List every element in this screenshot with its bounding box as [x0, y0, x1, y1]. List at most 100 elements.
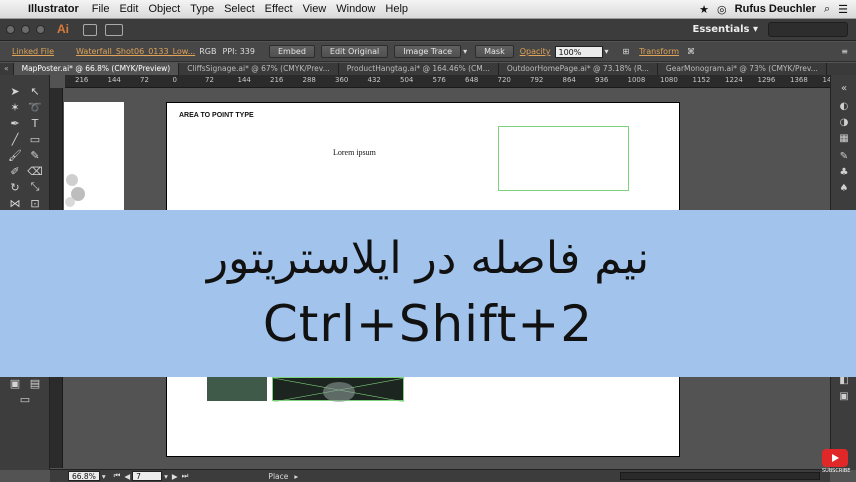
- type-tool-icon[interactable]: T: [25, 115, 45, 131]
- ruler-tick-label: 1008: [627, 76, 646, 84]
- tutorial-banner: نیم فاصله در ایلاستریتور Ctrl+Shift+2: [0, 210, 856, 377]
- ruler-tick-label: 1080: [660, 76, 678, 84]
- color-guide-icon[interactable]: ◑: [837, 117, 851, 131]
- search-icon[interactable]: ⌕: [824, 3, 830, 16]
- image-trace-dropdown-icon[interactable]: ▾: [463, 47, 467, 56]
- line-tool-icon[interactable]: ╱: [5, 131, 25, 147]
- width-tool-icon[interactable]: ⋈: [5, 195, 25, 211]
- panel-collapse-icon[interactable]: «: [837, 83, 851, 97]
- adjacent-artboard[interactable]: [64, 102, 124, 212]
- menu-edit[interactable]: Edit: [114, 3, 143, 15]
- user-name[interactable]: Rufus Deuchler: [735, 3, 816, 15]
- menu-help[interactable]: Help: [380, 3, 413, 15]
- filename-link[interactable]: Waterfall_Shot06_0133_Low...: [76, 47, 195, 56]
- control-bar: Linked File Waterfall_Shot06_0133_Low...…: [0, 42, 856, 62]
- menu-type[interactable]: Type: [185, 3, 219, 15]
- ruler-tick-label: 144: [237, 76, 251, 84]
- pen-tool-icon[interactable]: ✒: [5, 115, 25, 131]
- layers-icon[interactable]: ◧: [837, 375, 851, 389]
- eraser-icon[interactable]: ⌫: [25, 163, 45, 179]
- tab-mapposter[interactable]: MapPoster.ai* @ 66.8% (CMYK/Preview): [13, 63, 180, 75]
- menu-select[interactable]: Select: [219, 3, 260, 15]
- align-icon[interactable]: ⊞: [623, 47, 630, 56]
- menu-file[interactable]: File: [87, 3, 115, 15]
- artboards-icon[interactable]: ▣: [837, 391, 851, 405]
- horizontal-scrollbar[interactable]: [620, 472, 820, 480]
- list-icon[interactable]: ☰: [838, 3, 848, 16]
- previous-artboard-icon[interactable]: ◀: [124, 472, 130, 481]
- tab-outdoorhomepage[interactable]: OutdoorHomePage.ai* @ 73.18% (R...: [499, 63, 658, 75]
- ppi-value: PPI: 339: [222, 47, 255, 56]
- blob-brush-icon[interactable]: ✐: [5, 163, 25, 179]
- menu-view[interactable]: View: [298, 3, 332, 15]
- zoom-dropdown-icon[interactable]: ▾: [102, 472, 106, 481]
- opacity-dropdown-icon[interactable]: ▾: [605, 47, 609, 56]
- status-menu-icon[interactable]: ▸: [294, 472, 298, 481]
- screen-mode-icon[interactable]: ▣: [5, 375, 25, 391]
- free-transform-icon[interactable]: ⊡: [25, 195, 45, 211]
- menu-object[interactable]: Object: [143, 3, 185, 15]
- menu-effect[interactable]: Effect: [260, 3, 298, 15]
- direct-selection-tool-icon[interactable]: ↖: [25, 83, 45, 99]
- opacity-link[interactable]: Opacity: [520, 47, 551, 56]
- ruler-tick-label: 288: [302, 76, 316, 84]
- artboard-dropdown-icon[interactable]: ▾: [164, 472, 168, 481]
- color-panel-icon[interactable]: ◐: [837, 101, 851, 115]
- tab-cliffssignage[interactable]: CliffsSignage.ai* @ 67% (CMYK/Prev...: [179, 63, 339, 75]
- area-type-frame[interactable]: [498, 126, 629, 191]
- workspace-switcher[interactable]: Essentials ▾: [693, 24, 758, 35]
- change-screen-mode-icon[interactable]: ▭: [15, 391, 35, 407]
- opacity-field[interactable]: 100%: [554, 45, 603, 58]
- ruler-tick-label: 1368: [790, 76, 808, 84]
- control-menu-icon[interactable]: ≡: [841, 47, 848, 56]
- horizontal-ruler[interactable]: 216 144 72 0 72 144 216 288 360 432 504 576 648 720 79…: [65, 75, 831, 88]
- isolate-icon[interactable]: ⌘: [687, 47, 695, 56]
- next-artboard-icon[interactable]: ▶: [172, 472, 178, 481]
- edit-original-button[interactable]: Edit Original: [320, 45, 389, 58]
- image-trace-button[interactable]: Image Trace: [394, 45, 462, 58]
- first-artboard-icon[interactable]: ⏮: [114, 471, 121, 481]
- mask-button[interactable]: Mask: [475, 45, 514, 58]
- scale-tool-icon[interactable]: ⤡: [25, 179, 45, 195]
- ruler-tick-label: 216: [270, 76, 284, 84]
- embed-button[interactable]: Embed: [268, 45, 315, 58]
- rectangle-tool-icon[interactable]: ▭: [25, 131, 45, 147]
- magic-wand-icon[interactable]: ✶: [5, 99, 25, 115]
- app-menu[interactable]: Illustrator: [26, 3, 87, 15]
- lasso-icon[interactable]: ➰: [25, 99, 45, 115]
- youtube-subscribe-button[interactable]: SUBSCRIBE: [822, 449, 850, 479]
- tab-close-icon[interactable]: «: [0, 63, 14, 75]
- subscribe-label: SUBSCRIBE: [822, 468, 851, 474]
- transform-link[interactable]: Transform: [639, 47, 679, 56]
- creative-cloud-icon[interactable]: ◎: [717, 3, 727, 16]
- selection-tool-icon[interactable]: ➤: [5, 83, 25, 99]
- rotate-tool-icon[interactable]: ↻: [5, 179, 25, 195]
- help-search-input[interactable]: [768, 22, 848, 37]
- color-mode: RGB: [199, 47, 217, 56]
- artboard-number-field[interactable]: 7: [132, 471, 163, 481]
- artboard-heading[interactable]: AREA TO POINT TYPE: [179, 112, 254, 119]
- pencil-icon[interactable]: ✎: [25, 147, 45, 163]
- last-artboard-icon[interactable]: ⏭: [182, 471, 189, 481]
- star-icon[interactable]: ★: [699, 3, 709, 16]
- arrange-documents-icon[interactable]: [105, 23, 123, 36]
- ruler-tick-label: 648: [465, 76, 479, 84]
- tab-producthangtag[interactable]: ProductHangtag.ai* @ 164.46% (CM...: [339, 63, 499, 75]
- linked-file-link[interactable]: Linked File: [12, 47, 54, 56]
- bridge-icon[interactable]: [83, 23, 97, 36]
- photo-thumbnail-plants[interactable]: [207, 377, 267, 401]
- placed-waterfall-image[interactable]: [272, 377, 406, 403]
- draw-mode-icon[interactable]: ▤: [25, 375, 45, 391]
- paintbrush-icon[interactable]: 🖌: [5, 147, 25, 163]
- zoom-window-button[interactable]: [36, 25, 45, 34]
- menu-window[interactable]: Window: [331, 3, 380, 15]
- graphic-styles-icon[interactable]: ♠: [837, 183, 851, 197]
- close-window-button[interactable]: [6, 25, 15, 34]
- minimize-window-button[interactable]: [21, 25, 30, 34]
- symbols-icon[interactable]: ♣: [837, 167, 851, 181]
- point-type-sample[interactable]: Lorem ipsum: [333, 148, 376, 157]
- zoom-field[interactable]: 66.8%: [68, 471, 100, 481]
- tab-gearmonogram[interactable]: GearMonogram.ai* @ 73% (CMYK/Prev...: [658, 63, 827, 75]
- brushes-icon[interactable]: ✎: [837, 151, 851, 165]
- swatches-icon[interactable]: ▦: [837, 133, 851, 147]
